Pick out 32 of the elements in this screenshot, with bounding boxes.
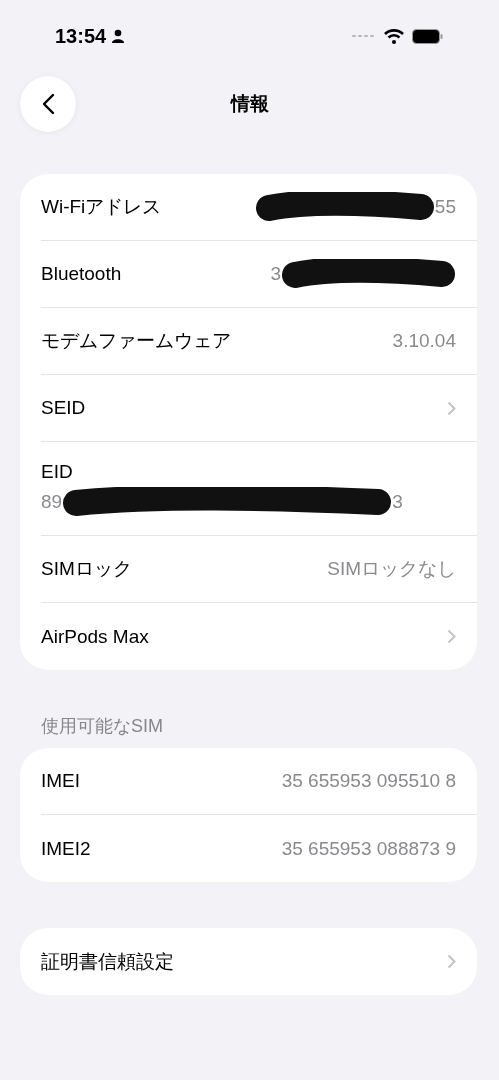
row-label: SIMロック bbox=[41, 557, 132, 581]
row-label: モデムファームウェア bbox=[41, 329, 231, 353]
row-label: AirPods Max bbox=[41, 625, 149, 648]
wifi-icon bbox=[384, 28, 404, 44]
chevron-icon bbox=[447, 954, 456, 969]
nav-row[interactable]: SEID bbox=[41, 375, 477, 442]
row-value: 35 655953 088873 9 bbox=[281, 837, 456, 860]
nav-row[interactable]: 証明書信頼設定 bbox=[41, 928, 477, 995]
row-value: SIMロックなし bbox=[327, 557, 456, 581]
row-label: 証明書信頼設定 bbox=[41, 949, 174, 974]
row-label: SEID bbox=[41, 397, 86, 419]
row-value: 3.10.04 bbox=[392, 330, 456, 352]
chevron-icon bbox=[447, 400, 456, 416]
row-label: Wi-Fiアドレス bbox=[41, 195, 162, 219]
battery-icon bbox=[412, 28, 443, 44]
row-value: 35 655953 095510 8 bbox=[281, 770, 456, 792]
chevron-icon bbox=[447, 629, 456, 644]
row-label: Bluetooth bbox=[41, 263, 122, 285]
value-fragment: 3 bbox=[392, 490, 403, 513]
section-header: 使用可能なSIM bbox=[40, 715, 164, 738]
page-title: 情報 bbox=[230, 92, 269, 116]
value-fragment: 3 bbox=[270, 263, 281, 285]
row-label: EID bbox=[41, 460, 74, 483]
signal-icon bbox=[352, 34, 376, 38]
status-time: 13:54 bbox=[55, 24, 107, 48]
value-fragment: 55 bbox=[434, 196, 456, 218]
row-label: IMEI2 bbox=[41, 837, 91, 860]
person-icon bbox=[111, 29, 126, 43]
row-label: IMEI bbox=[41, 770, 81, 792]
nav-row[interactable]: AirPods Max bbox=[41, 603, 477, 670]
value-fragment: 89 bbox=[41, 490, 63, 513]
back-icon bbox=[41, 93, 55, 115]
